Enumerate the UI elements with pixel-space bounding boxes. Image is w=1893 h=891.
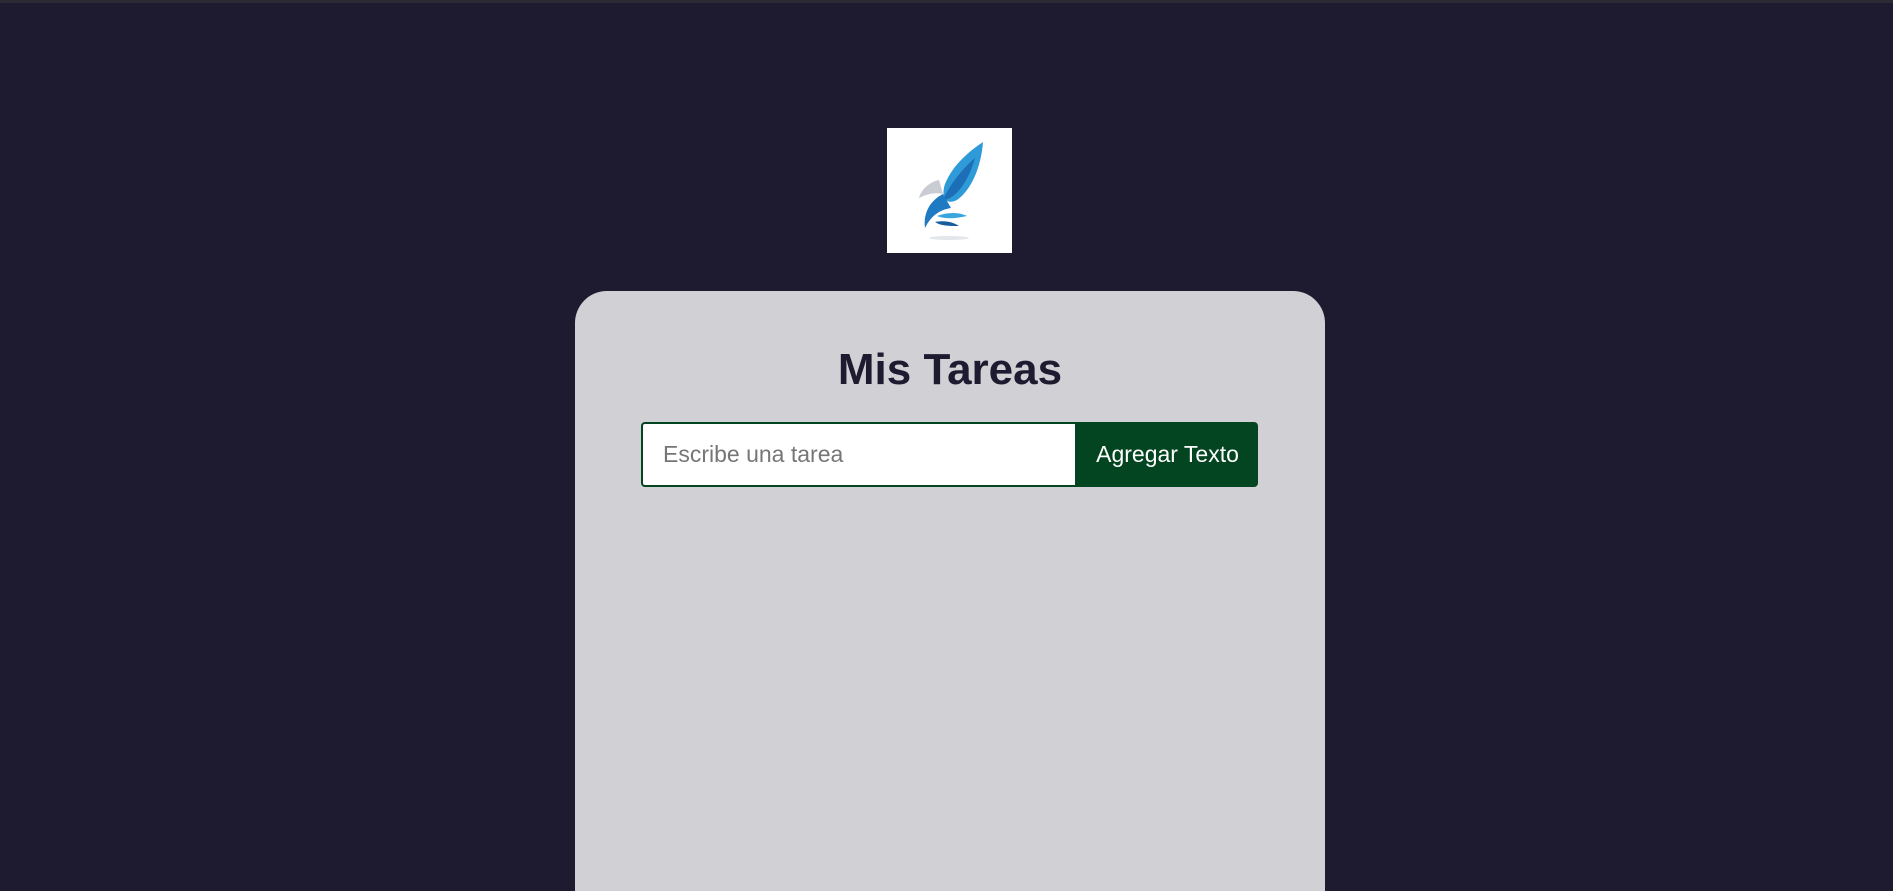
- page-title: Mis Tareas: [837, 345, 1063, 394]
- add-task-button[interactable]: Agregar Texto: [1077, 422, 1258, 487]
- browser-top-strip: [0, 0, 1893, 3]
- task-card: Mis Tareas Agregar Texto: [575, 291, 1325, 891]
- task-form: Agregar Texto: [641, 422, 1258, 487]
- bird-wing-logo-icon: [919, 142, 983, 240]
- task-input[interactable]: [641, 422, 1077, 487]
- logo: [887, 128, 1012, 253]
